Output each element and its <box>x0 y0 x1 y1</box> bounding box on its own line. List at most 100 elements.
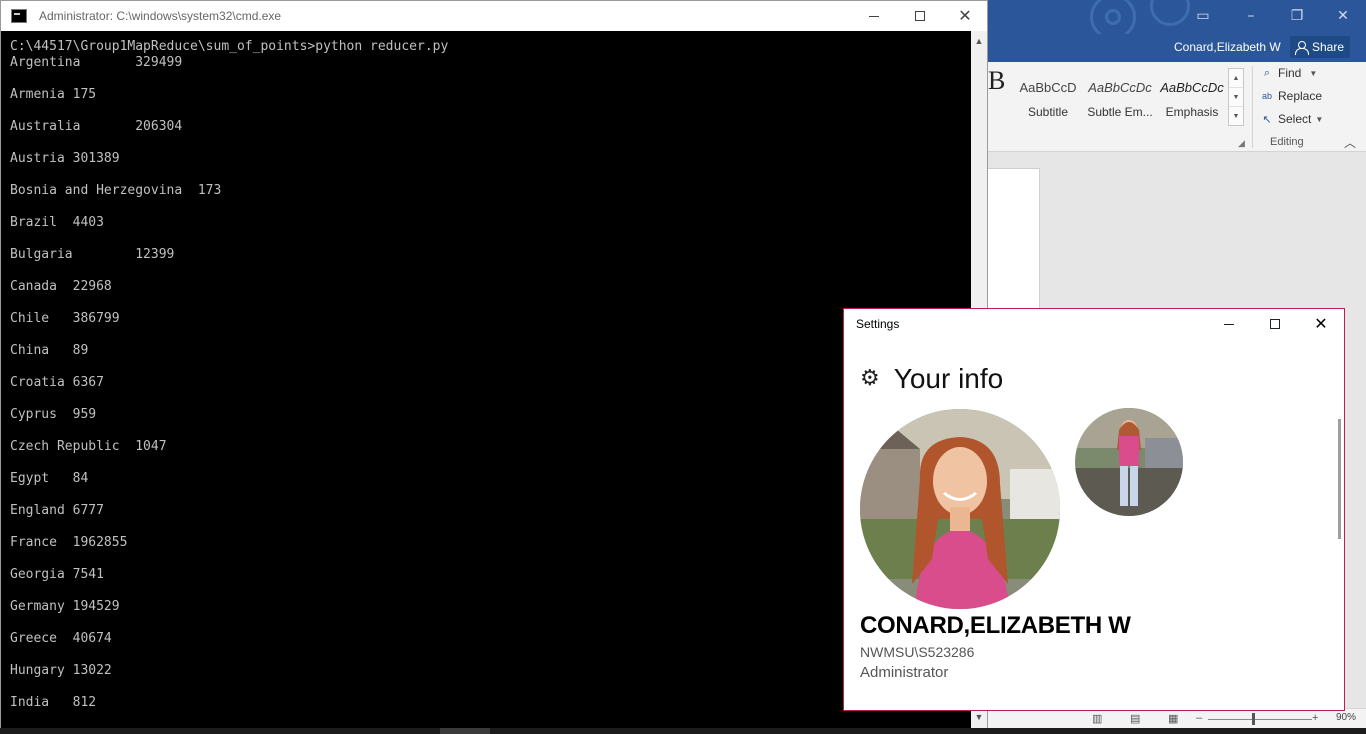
style-name: Emphasis <box>1165 105 1219 119</box>
settings-minimize-button[interactable] <box>1206 309 1252 339</box>
find-label: Find <box>1278 66 1302 80</box>
console-line: Bulgaria 12399 <box>10 247 175 262</box>
style-name: Subtle Em... <box>1087 105 1153 119</box>
styles-dialog-launcher-icon[interactable]: ◢ <box>1238 138 1245 149</box>
word-minimize-button[interactable]: – <box>1240 6 1262 26</box>
find-button[interactable]: ⌕ Find ▼ <box>1260 66 1317 80</box>
close-icon: ✕ <box>1314 314 1328 333</box>
style-subtitle[interactable]: AaBbCcD Subtitle <box>1013 74 1083 122</box>
console-lines: Argentina 329499 Armenia 175 Australia 206… <box>10 55 971 711</box>
zoom-in-icon[interactable]: + <box>1312 712 1318 724</box>
cmd-title-bar[interactable]: Administrator: C:\windows\system32\cmd.e… <box>1 1 987 31</box>
terminal-icon[interactable] <box>11 9 27 23</box>
console-output[interactable]: C:\44517\Group1MapReduce\sum_of_points>p… <box>1 31 971 729</box>
style-subtle-emphasis[interactable]: AaBbCcDc Subtle Em... <box>1085 74 1155 122</box>
zoom-slider[interactable] <box>1208 719 1312 720</box>
settings-close-button[interactable]: ✕ <box>1298 309 1344 339</box>
console-line: Egypt 84 <box>10 471 89 486</box>
console-line: India 812 <box>10 695 97 710</box>
gallery-up-icon[interactable]: ▲ <box>1229 69 1243 88</box>
replace-button[interactable]: ab Replace <box>1260 89 1322 103</box>
cmd-minimize-button[interactable] <box>851 1 897 31</box>
user-display-name: CONARD,ELIZABETH W <box>860 612 1131 639</box>
zoom-slider-thumb[interactable] <box>1252 713 1255 725</box>
console-line: Cyprus 959 <box>10 407 97 422</box>
scroll-down-icon[interactable]: ▼ <box>971 709 987 725</box>
style-sample: AaBbCcDc <box>1088 80 1152 95</box>
style-sample: AaBbCcD <box>1019 80 1077 95</box>
read-mode-icon[interactable]: ▥ <box>1092 712 1102 725</box>
web-layout-icon[interactable]: ▦ <box>1168 712 1178 725</box>
zoom-level[interactable]: 90% <box>1336 712 1356 723</box>
console-line: Canada 22968 <box>10 279 112 294</box>
select-label: Select <box>1278 112 1312 126</box>
maximize-icon <box>1270 319 1280 329</box>
settings-scrollbar[interactable] <box>1338 419 1341 539</box>
minimize-icon <box>869 16 879 17</box>
person-icon <box>1294 40 1309 55</box>
style-emphasis[interactable]: AaBbCcDc Emphasis <box>1157 74 1227 122</box>
close-icon: ✕ <box>958 6 972 25</box>
word-signed-in-user[interactable]: Conard,Elizabeth W <box>1174 40 1281 54</box>
gallery-more-icon[interactable]: ▼ <box>1229 107 1243 126</box>
style-gallery-scroll[interactable]: ▲ ▼ ▼ <box>1228 68 1244 126</box>
settings-maximize-button[interactable] <box>1252 309 1298 339</box>
ribbon-separator <box>1252 66 1253 148</box>
ribbon-display-options-icon[interactable]: ▭ <box>1192 6 1214 26</box>
console-line: Greece 40674 <box>10 631 112 646</box>
console-line: England 6777 <box>10 503 104 518</box>
word-restore-button[interactable]: ❐ <box>1286 6 1308 26</box>
print-layout-icon[interactable]: ▤ <box>1130 712 1140 725</box>
zoom-out-icon[interactable]: – <box>1196 712 1202 724</box>
cmd-window-title: Administrator: C:\windows\system32\cmd.e… <box>39 9 282 23</box>
cmd-window: Administrator: C:\windows\system32\cmd.e… <box>0 0 988 729</box>
console-line: Hungary 13022 <box>10 663 112 678</box>
style-name: Subtitle <box>1027 105 1069 119</box>
console-line: Argentina 329499 <box>10 55 183 70</box>
user-role: Administrator <box>860 664 949 681</box>
user-account-id: NWMSU\S523286 <box>860 644 975 660</box>
word-close-button[interactable]: ✕ <box>1332 6 1354 26</box>
title-decoration <box>1150 0 1190 26</box>
console-line: Austria 301389 <box>10 151 120 166</box>
console-line: France 1962855 <box>10 535 128 550</box>
select-button[interactable]: ↖ Select ▼ <box>1260 112 1323 126</box>
console-line: Australia 206304 <box>10 119 183 134</box>
taskbar-active-item[interactable] <box>440 728 490 734</box>
style-sample: AaBbCcDc <box>1160 80 1224 95</box>
settings-window-title: Settings <box>856 317 900 331</box>
console-line: Croatia 6367 <box>10 375 104 390</box>
console-line: China 89 <box>10 343 89 358</box>
style-gallery-partial-tile[interactable]: B <box>988 66 1005 96</box>
console-line: Bosnia and Herzegovina 173 <box>10 183 222 198</box>
console-line: Chile 386799 <box>10 311 120 326</box>
replace-icon: ab <box>1261 91 1272 101</box>
scroll-up-icon[interactable]: ▲ <box>971 33 987 49</box>
console-line: Brazil 4403 <box>10 215 104 230</box>
avatar-alternate[interactable] <box>1075 408 1183 516</box>
cmd-close-button[interactable]: ✕ <box>942 1 988 31</box>
gallery-down-icon[interactable]: ▼ <box>1229 88 1243 107</box>
title-decoration <box>1105 9 1121 25</box>
search-icon: ⌕ <box>1263 66 1271 79</box>
cmd-maximize-button[interactable] <box>897 1 943 31</box>
settings-page-header: ⚙ Your info <box>860 363 1003 395</box>
desktop: ▭ – ❐ ✕ Conard,Elizabeth W Share B AaBbC… <box>0 0 1366 734</box>
chevron-down-icon: ▼ <box>1315 114 1324 124</box>
console-line: Germany 194529 <box>10 599 120 614</box>
collapse-ribbon-icon[interactable]: ︿ <box>1344 134 1356 151</box>
avatar <box>860 409 1060 609</box>
share-button[interactable]: Share <box>1290 36 1351 58</box>
